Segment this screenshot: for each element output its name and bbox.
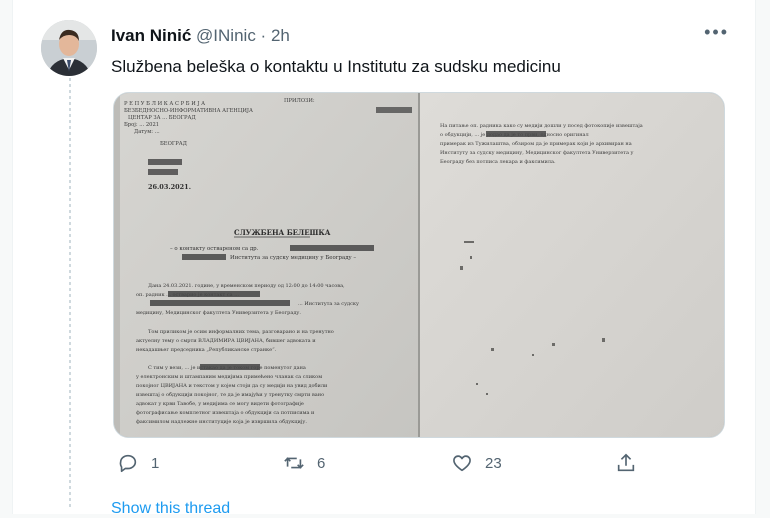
- retweet-count: 6: [317, 454, 326, 472]
- heart-icon: [453, 455, 471, 472]
- doc-stamp-label: ПРИЛОЗИ:: [284, 98, 315, 104]
- doc-para3-line-7: факсимилом надлежне институције која је …: [136, 418, 307, 425]
- doc-date: 26.03.2021.: [148, 183, 191, 191]
- doc-para1-line-1: Дана 24.03.2021. године, у временском пе…: [148, 283, 345, 289]
- doc-header-line-6: БЕОГРАД: [160, 141, 187, 147]
- separator-dot: ·: [260, 26, 267, 45]
- reply-button[interactable]: 1: [117, 452, 159, 474]
- reply-count: 1: [151, 454, 160, 472]
- retweet-button[interactable]: 6: [283, 452, 325, 474]
- redaction-bar: [168, 291, 260, 297]
- redaction-bar: [290, 245, 374, 251]
- redaction-bar: [376, 107, 412, 113]
- like-button[interactable]: 23: [451, 452, 502, 474]
- avatar-image: [41, 20, 97, 76]
- doc-para3-line-5: адвокат у крви Тавобе, у медијима се мог…: [136, 400, 304, 407]
- redaction-bar: [200, 364, 260, 370]
- doc-para2-line-1: Том приликом је осим информалних тема, р…: [148, 328, 334, 335]
- doc-header-line-1: Р Е П У Б Л И К А С Р Б И Ј А: [124, 101, 205, 107]
- doc-right-line-4: Институту за судску медицину, Медицинско…: [440, 149, 634, 156]
- more-options-icon[interactable]: •••: [704, 22, 729, 43]
- doc-subtitle-2: Института за судску медицину у Београду …: [230, 255, 356, 261]
- retweet-icon: [284, 457, 304, 469]
- redaction-bar: [148, 169, 178, 175]
- doc-para3-line-4: извештај о обдукцији покојног, те да је …: [136, 391, 324, 398]
- doc-para3-line-2: у електронским и штампаним медијима прим…: [136, 373, 322, 380]
- tweet-time[interactable]: 2h: [271, 26, 290, 45]
- tweet-header: Ivan Ninić @INinic · 2h: [111, 26, 290, 46]
- reply-icon: [119, 454, 137, 473]
- doc-title: СЛУЖБЕНА БЕЛЕШКА: [234, 228, 331, 237]
- avatar[interactable]: [41, 20, 97, 76]
- tweet[interactable]: Ivan Ninić @INinic · 2h ••• Službena bel…: [13, 0, 755, 517]
- author-name[interactable]: Ivan Ninić: [111, 26, 191, 45]
- doc-header-line-5: Датум: ...: [134, 129, 160, 135]
- like-count: 23: [485, 454, 502, 472]
- redaction-bar: [182, 254, 226, 260]
- tweet-media[interactable]: Р Е П У Б Л И К А С Р Б И Ј А БЕЗБЕДНОСН…: [113, 92, 725, 438]
- doc-subtitle-1: – о контакту оствареном са др.: [170, 246, 259, 252]
- doc-para2-line-2: актуелну тему о смрти ВЛАДИМИРА ЦВИЈАНА,…: [136, 337, 316, 344]
- share-icon: [617, 453, 635, 472]
- doc-right-line-3: примерак из Тужилаштва, обзиром да је пр…: [440, 140, 632, 147]
- doc-header-line-3: ЦЕНТАР ЗА ... БЕОГРАД: [128, 115, 196, 121]
- document-photo: Р Е П У Б Л И К А С Р Б И Ј А БЕЗБЕДНОСН…: [114, 93, 724, 437]
- show-thread-link[interactable]: Show this thread: [111, 500, 230, 518]
- tweet-actions: 1 6 23: [111, 452, 635, 478]
- doc-right-line-5: Београду без потписа лекара и факсимила.: [440, 158, 556, 165]
- doc-header-line-4: Број: ... 2021: [124, 122, 159, 128]
- doc-para1-line-4: медицину, Медицинског факултета Универзи…: [136, 309, 301, 316]
- doc-right-line-1: На питање оп. радника како су медији дош…: [440, 122, 643, 129]
- thread-connector-line: [69, 78, 71, 510]
- tweet-text: Službena beleška o kontaktu u Institutu …: [111, 57, 561, 76]
- doc-para3-line-6: фотографисање комплетног извештаја о обд…: [136, 409, 315, 416]
- timeline-column: Ivan Ninić @INinic · 2h ••• Službena bel…: [12, 0, 756, 517]
- share-button[interactable]: [615, 452, 637, 474]
- author-handle[interactable]: @INinic: [196, 26, 256, 45]
- doc-para3-line-3: покојног ЦВИЈАНА и текстом у којем стоји…: [136, 382, 328, 389]
- doc-header-line-2: БЕЗБЕДНОСНО-ИНФОРМАТИВНА АГЕНЦИЈА: [124, 108, 253, 114]
- redaction-bar: [148, 159, 182, 165]
- doc-para2-line-3: некадашњег председника „Републиканске ст…: [136, 346, 277, 353]
- doc-para1-line-3: ... Института за судску: [298, 301, 359, 307]
- redaction-bar: [150, 300, 290, 306]
- redaction-bar: [486, 131, 546, 137]
